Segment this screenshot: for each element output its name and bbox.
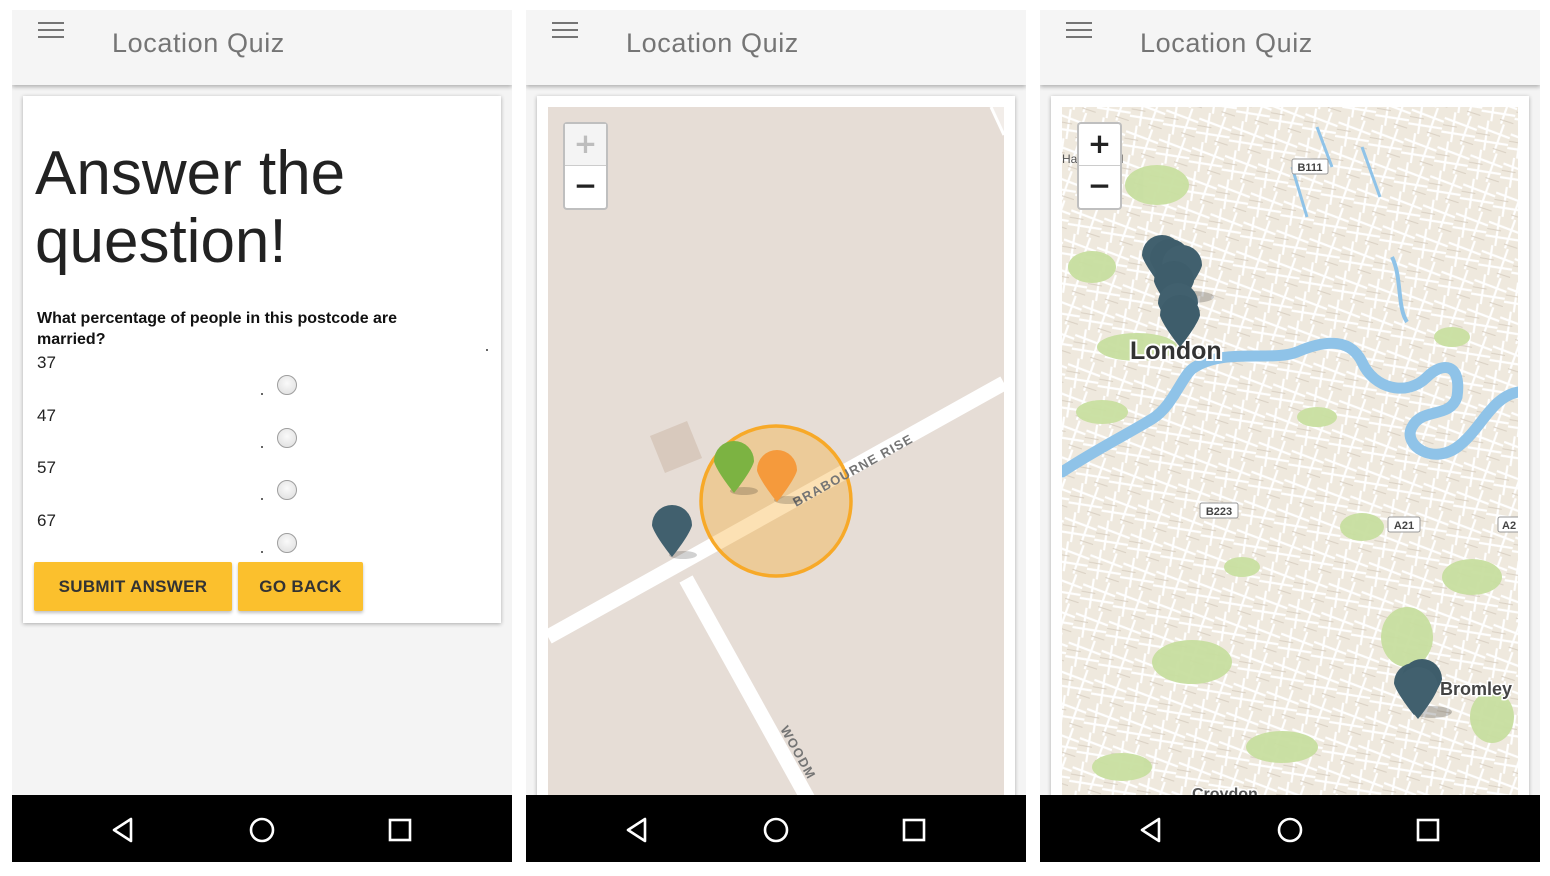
system-nav-bar <box>526 795 1026 862</box>
app-bar: Location Quiz <box>1040 10 1540 85</box>
menu-icon[interactable] <box>1066 22 1092 40</box>
zoom-out-button[interactable]: − <box>565 166 606 208</box>
menu-icon[interactable] <box>552 22 578 40</box>
option-radio-1[interactable] <box>277 375 297 395</box>
road-label: A21 <box>1387 516 1421 533</box>
dot-mark <box>486 349 488 351</box>
app-title: Location Quiz <box>626 28 799 58</box>
home-icon[interactable] <box>247 815 277 845</box>
system-nav-bar <box>12 795 512 862</box>
app-bar: Location Quiz <box>526 10 1026 85</box>
zoom-control: + − <box>1077 122 1122 210</box>
recent-apps-icon[interactable] <box>899 815 929 845</box>
map-card: BRABOURNE RISE WOODM + − <box>537 96 1015 817</box>
map-card: B111 B223 A21 A2 Hampstead London Bromle… <box>1051 96 1529 817</box>
option-radio-2[interactable] <box>277 428 297 448</box>
overview-map-screen: Location Quiz B111 B223 A21 A2 London Br… <box>1040 10 1540 862</box>
svg-text:A2: A2 <box>1502 520 1516 532</box>
home-icon[interactable] <box>761 815 791 845</box>
menu-icon[interactable] <box>38 22 64 40</box>
zoom-out-button[interactable]: − <box>1079 166 1120 208</box>
system-nav-bar <box>1040 795 1540 862</box>
dot-mark <box>261 446 263 448</box>
option-label-4: 67 <box>37 511 56 530</box>
home-icon[interactable] <box>1275 815 1305 845</box>
quiz-heading: Answer the question! <box>35 139 346 276</box>
detail-map[interactable]: BRABOURNE RISE WOODM + − <box>548 107 1004 817</box>
zoom-control: + − <box>563 122 608 210</box>
back-icon[interactable] <box>1137 815 1167 845</box>
recent-apps-icon[interactable] <box>385 815 415 845</box>
option-radio-3[interactable] <box>277 480 297 500</box>
zoom-in-button[interactable]: + <box>565 124 606 166</box>
place-label: Bromley <box>1440 679 1512 699</box>
zoom-in-button[interactable]: + <box>1079 124 1120 166</box>
option-radio-4[interactable] <box>277 533 297 553</box>
go-back-button[interactable]: GO BACK <box>238 562 363 611</box>
recent-apps-icon[interactable] <box>1413 815 1443 845</box>
quiz-screen: Location Quiz Answer the question! What … <box>12 10 512 862</box>
question-text: What percentage of people in this postco… <box>37 310 398 348</box>
dot-mark <box>261 498 263 500</box>
quiz-card: Answer the question! What percentage of … <box>23 96 501 623</box>
back-icon[interactable] <box>623 815 653 845</box>
road-label: A2 <box>1497 516 1518 533</box>
road-label: B111 <box>1291 158 1329 175</box>
back-icon[interactable] <box>109 815 139 845</box>
city-map[interactable]: B111 B223 A21 A2 Hampstead London Bromle… <box>1062 107 1518 817</box>
svg-text:B223: B223 <box>1206 506 1232 518</box>
dot-mark <box>261 551 263 553</box>
option-label-1: 37 <box>37 353 56 372</box>
svg-text:B111: B111 <box>1297 162 1322 174</box>
svg-text:A21: A21 <box>1394 520 1414 532</box>
submit-answer-button[interactable]: SUBMIT ANSWER <box>34 562 232 611</box>
option-label-2: 47 <box>37 406 56 425</box>
answer-map-screen: Location Quiz BRABOURNE RISE WOODM + − <box>526 10 1026 862</box>
app-title: Location Quiz <box>1140 28 1313 58</box>
dot-mark <box>261 393 263 395</box>
road-label: B223 <box>1199 502 1239 519</box>
app-title: Location Quiz <box>112 28 285 58</box>
option-label-3: 57 <box>37 458 56 477</box>
app-bar: Location Quiz <box>12 10 512 85</box>
